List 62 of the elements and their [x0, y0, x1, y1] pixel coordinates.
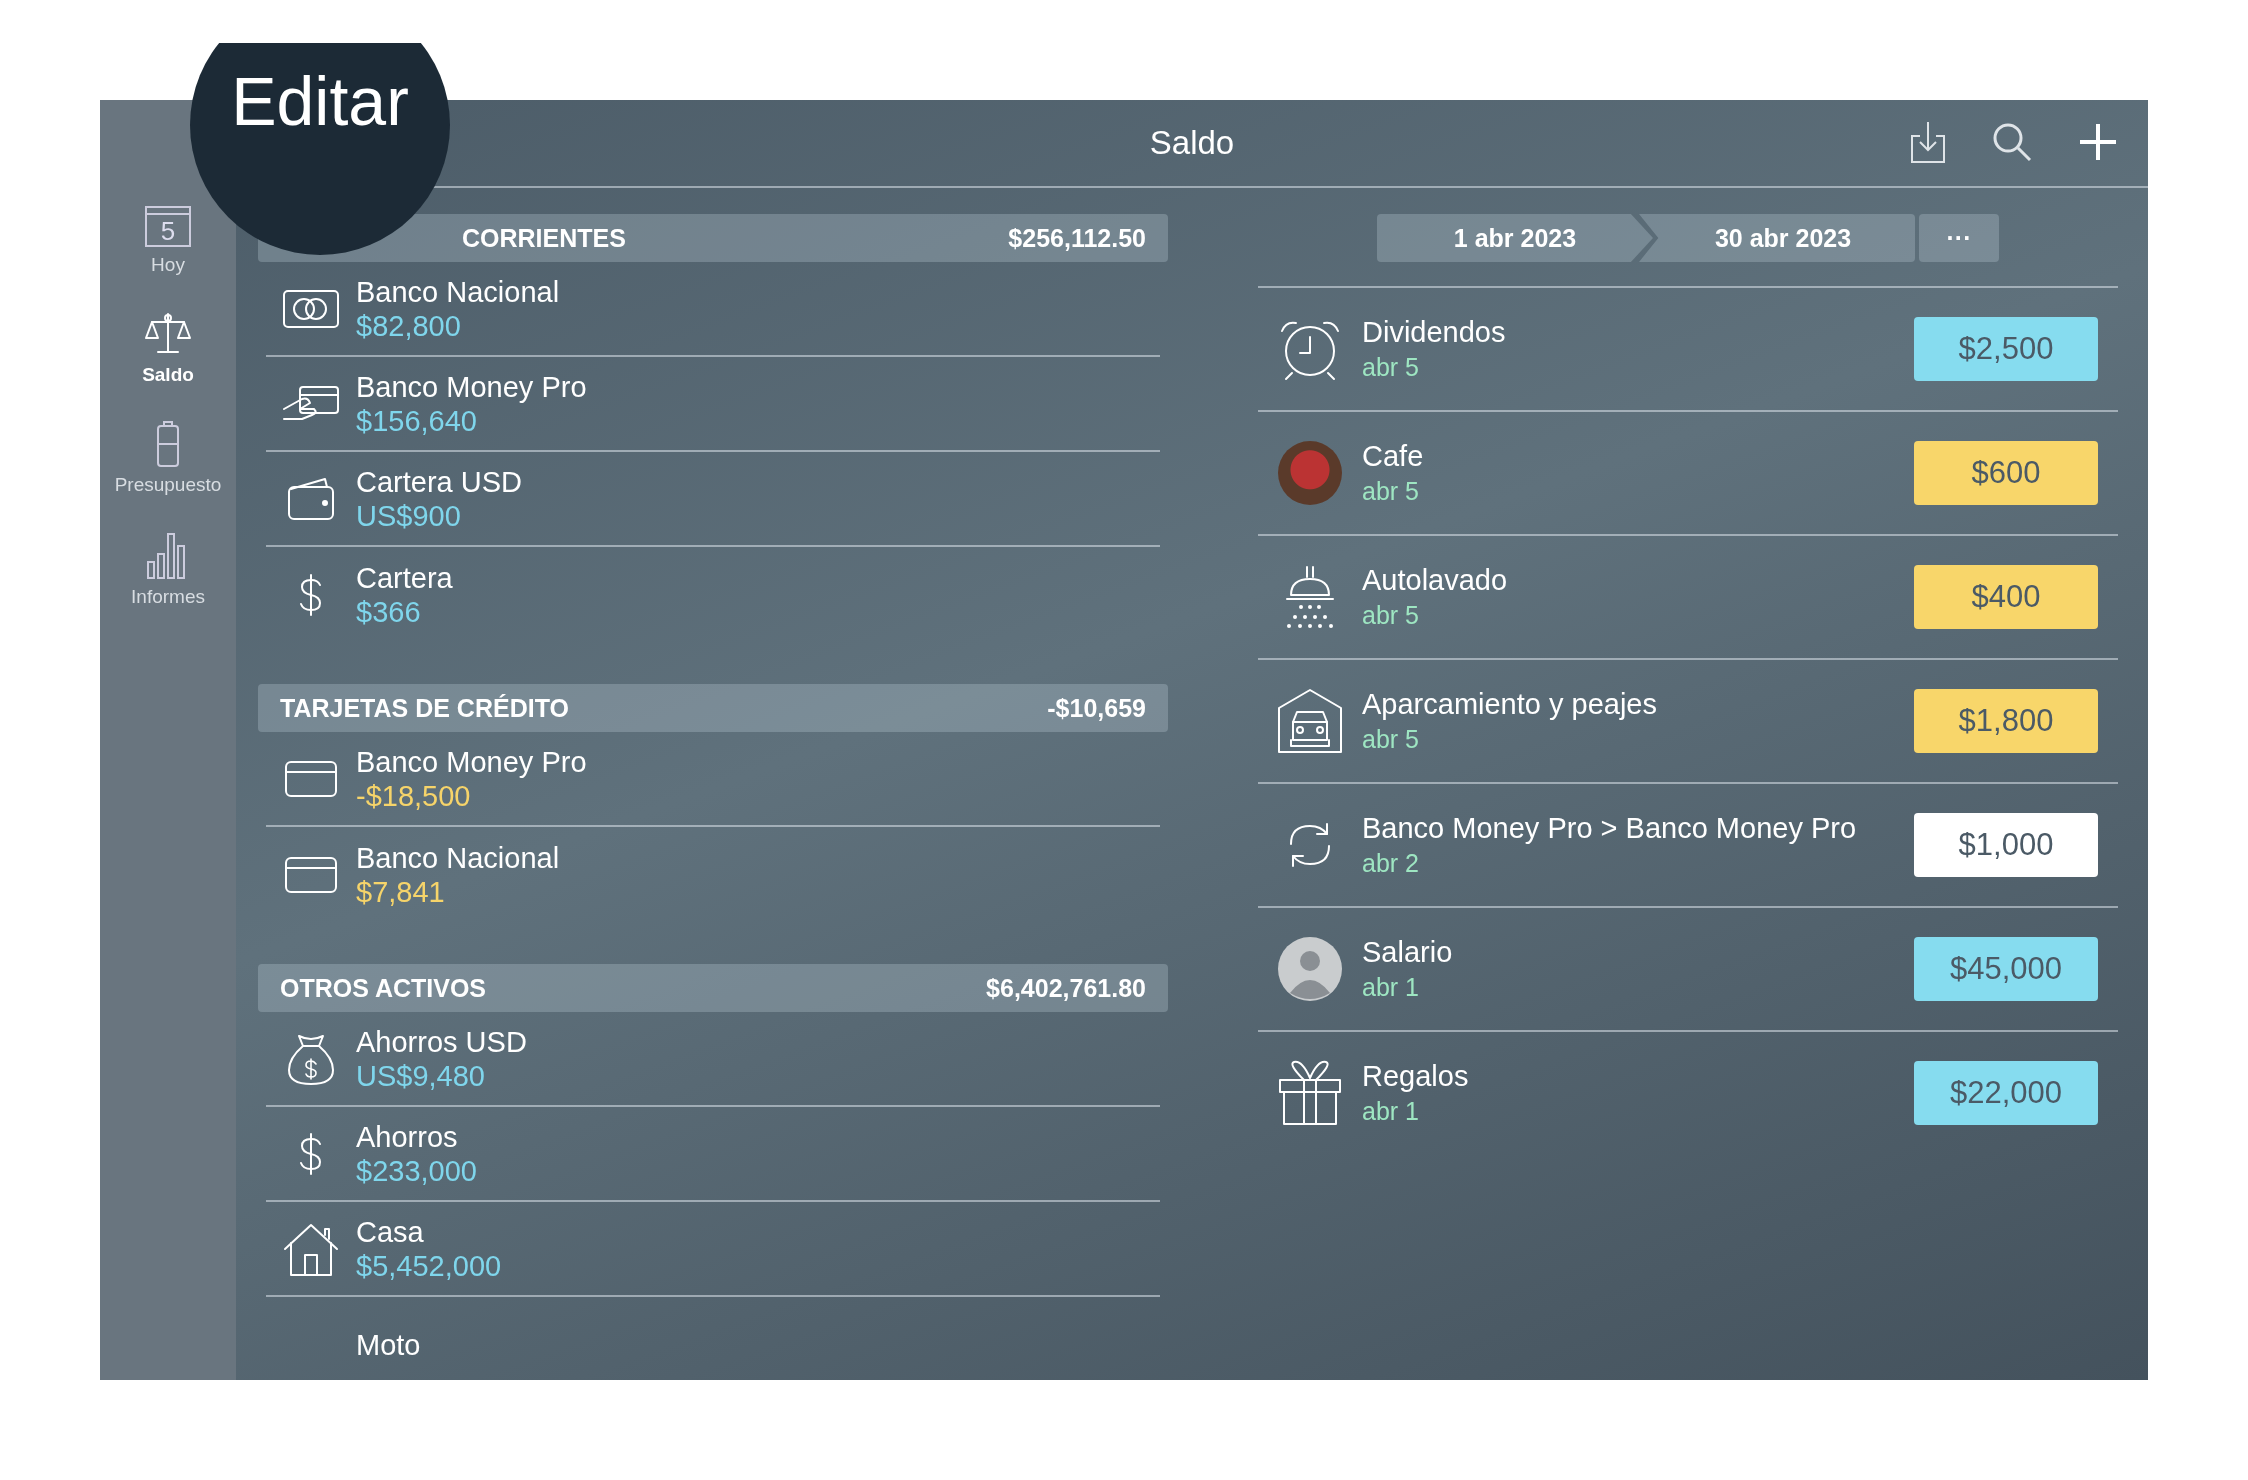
transaction-title: Banco Money Pro > Banco Money Pro	[1362, 811, 1857, 846]
amount-badge: $400	[1914, 565, 2098, 629]
section-total: -$10,659	[1047, 693, 1146, 723]
account-name: Banco Nacional	[356, 274, 560, 309]
start-date-button[interactable]: 1 abr 2023	[1377, 214, 1653, 262]
account-name: Banco Money Pro	[356, 369, 587, 404]
sidebar-tab[interactable]: 5 Hoy	[144, 204, 192, 276]
account-name: Banco Nacional	[356, 840, 560, 875]
amount-badge: $600	[1914, 441, 2098, 505]
garage-car-icon	[1277, 688, 1343, 754]
transaction-title: Aparcamiento y peajes	[1362, 687, 1657, 722]
section-total: $6,402,761.80	[986, 973, 1146, 1003]
transaction-title: Cafe	[1362, 439, 1424, 474]
transaction-date: abr 5	[1362, 352, 1419, 383]
transaction-date: abr 1	[1362, 972, 1419, 1003]
section-title: TARJETAS DE CRÉDITO	[280, 693, 569, 723]
sidebar-tab[interactable]: Informes	[131, 530, 205, 608]
transaction-title: Regalos	[1362, 1059, 1469, 1094]
transaction-title: Autolavado	[1362, 563, 1508, 598]
account-balance: $82,800	[356, 308, 461, 343]
account-balance: $156,640	[356, 403, 477, 438]
account-balance: -$18,500	[356, 778, 471, 813]
gift-icon	[1278, 1060, 1342, 1126]
calendar-icon: 5	[144, 204, 192, 248]
card-icon	[282, 288, 340, 329]
shower-icon	[1283, 565, 1337, 629]
transaction-date: abr 5	[1362, 600, 1419, 631]
avatar-icon	[1278, 937, 1342, 1001]
transaction-title: Dividendos	[1362, 315, 1506, 350]
account-balance: $7,841	[356, 874, 445, 909]
amount-badge: $22,000	[1914, 1061, 2098, 1125]
account-name: Casa	[356, 1214, 424, 1249]
account-balance: $5,452,000	[356, 1248, 502, 1283]
account-balance: US$900	[356, 498, 461, 533]
section-total: $256,112.50	[1008, 223, 1146, 253]
section-title: OTROS ACTIVOS	[280, 973, 487, 1003]
account-name: Banco Money Pro	[356, 744, 587, 779]
account-balance: $366	[356, 594, 421, 629]
account-name: Moto	[356, 1327, 421, 1362]
account-name: Ahorros	[356, 1119, 458, 1154]
transaction-date: abr 5	[1362, 724, 1419, 755]
account-balance: US$9,480	[356, 1058, 485, 1093]
credit-card-icon	[284, 855, 338, 894]
transaction-title: Salario	[1362, 935, 1453, 970]
window-title: Saldo	[1149, 124, 1235, 162]
amount-badge: $1,800	[1914, 689, 2098, 753]
transaction-date: abr 2	[1362, 848, 1419, 879]
sidebar-tab[interactable]: Presupuesto	[114, 420, 222, 496]
sidebar-tab[interactable]: Saldo	[142, 310, 194, 386]
transaction-date: abr 5	[1362, 476, 1419, 507]
account-name: Cartera USD	[356, 464, 522, 499]
transaction-date: abr 1	[1362, 1096, 1419, 1127]
account-name: Cartera	[356, 560, 453, 595]
account-name: Ahorros USD	[356, 1024, 527, 1059]
more-button[interactable]: ···	[1919, 214, 1999, 262]
account-balance: $233,000	[356, 1153, 477, 1188]
credit-card-icon	[284, 759, 338, 798]
end-date-button[interactable]: 30 abr 2023	[1639, 214, 1915, 262]
section-title: CORRIENTES	[462, 223, 626, 253]
amount-badge: $45,000	[1914, 937, 2098, 1001]
amount-badge: $1,000	[1914, 813, 2098, 877]
amount-badge: $2,500	[1914, 317, 2098, 381]
